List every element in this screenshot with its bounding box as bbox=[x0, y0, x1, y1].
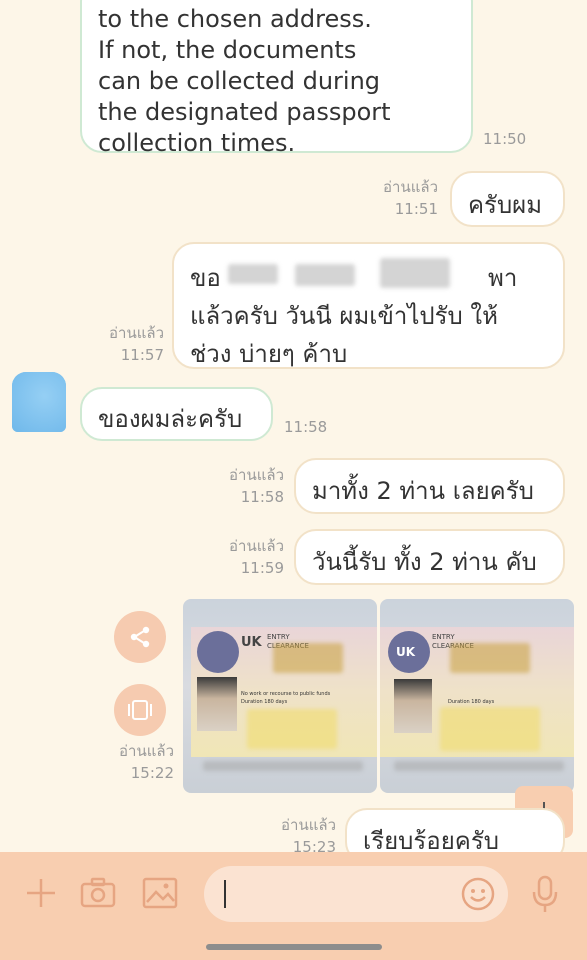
message-text: ครับผม bbox=[468, 191, 543, 219]
emoji-icon bbox=[461, 877, 495, 911]
read-receipt: อ่านแล้ว 11:58 bbox=[216, 464, 284, 508]
outgoing-message-bubble[interactable]: ครับผม bbox=[450, 171, 565, 227]
incoming-message-bubble[interactable]: ของผมล่ะครับ bbox=[80, 387, 273, 441]
read-status: อ่านแล้ว bbox=[109, 324, 164, 342]
redacted-text bbox=[273, 643, 343, 673]
message-time: 11:59 bbox=[240, 559, 284, 577]
holder-photo bbox=[197, 677, 237, 731]
redacted-text bbox=[247, 709, 337, 749]
read-receipt: อ่านแล้ว 11:59 bbox=[216, 535, 284, 579]
message-text-fragment: พา bbox=[488, 264, 518, 292]
message-time: 11:58 bbox=[240, 488, 284, 506]
gallery-button[interactable] bbox=[142, 876, 178, 910]
avatar-image bbox=[12, 372, 66, 432]
read-status: อ่านแล้ว bbox=[229, 537, 284, 555]
message-input[interactable] bbox=[204, 866, 508, 922]
repost-icon bbox=[128, 700, 152, 720]
home-indicator[interactable] bbox=[206, 944, 382, 950]
outgoing-message-bubble[interactable]: ขอ พา แล้วครับ วันนี ผมเข้าไปรับ ให้ ช่ว… bbox=[172, 242, 565, 369]
message-text-line: ช่วง บ่ายๆ ค้าบ bbox=[190, 340, 348, 368]
read-status: อ่านแล้ว bbox=[383, 178, 438, 196]
redacted-text bbox=[228, 264, 278, 284]
message-text-fragment: ขอ bbox=[190, 264, 221, 292]
message-text-line: to the chosen address. bbox=[98, 5, 372, 33]
share-icon bbox=[130, 626, 150, 648]
share-button[interactable] bbox=[114, 611, 166, 663]
message-time: 11:51 bbox=[394, 200, 438, 218]
visa-note: Duration 180 days bbox=[448, 699, 495, 705]
image-icon bbox=[142, 877, 178, 909]
message-text-line: แล้วครับ วันนี ผมเข้าไปรับ ให้ bbox=[190, 302, 498, 330]
read-status: อ่านแล้ว bbox=[281, 816, 336, 834]
passport-photo[interactable]: UK ENTRY CLEARANCE No work or recourse t… bbox=[183, 599, 377, 793]
message-time: 11:50 bbox=[483, 130, 527, 148]
message-line: ขอ พา bbox=[190, 258, 547, 296]
visa-note: No work or recourse to public funds bbox=[241, 691, 331, 697]
message-time: 15:22 bbox=[130, 764, 174, 782]
read-status: อ่านแล้ว bbox=[229, 466, 284, 484]
outgoing-message-bubble[interactable]: วันนี้รับ ทั้ง 2 ท่าน คับ bbox=[294, 529, 565, 585]
plus-button[interactable] bbox=[24, 876, 58, 910]
passport-photo[interactable]: UK ENTRY CLEARANCE Duration 180 days bbox=[380, 599, 574, 793]
message-text-line: the designated passport bbox=[98, 98, 391, 126]
camera-button[interactable] bbox=[80, 876, 116, 910]
read-status: อ่านแล้ว bbox=[119, 742, 174, 760]
message-text-line: If not, the documents bbox=[98, 36, 357, 64]
read-receipt: อ่านแล้ว 11:51 bbox=[370, 176, 438, 220]
redacted-text bbox=[394, 761, 564, 771]
read-receipt: อ่านแล้ว 11:57 bbox=[96, 322, 164, 366]
redacted-text bbox=[295, 264, 355, 286]
outgoing-message-bubble[interactable]: มาทั้ง 2 ท่าน เลยครับ bbox=[294, 458, 565, 514]
emoji-button[interactable] bbox=[460, 876, 496, 912]
avatar[interactable] bbox=[12, 372, 66, 432]
camera-icon bbox=[80, 877, 116, 908]
voice-button[interactable] bbox=[530, 874, 560, 914]
redacted-text bbox=[203, 761, 363, 771]
redacted-text bbox=[380, 258, 450, 288]
holder-photo bbox=[394, 679, 432, 733]
message-text: วันนี้รับ ทั้ง 2 ท่าน คับ bbox=[312, 548, 537, 576]
message-text: ของผมล่ะครับ bbox=[98, 405, 243, 433]
redacted-text bbox=[450, 643, 530, 673]
message-text-line: can be collected during bbox=[98, 67, 381, 95]
incoming-message-bubble[interactable]: to the chosen address. If not, the docum… bbox=[80, 0, 473, 157]
visa-note: Duration 180 days bbox=[241, 699, 288, 705]
plus-icon bbox=[27, 879, 55, 907]
read-receipt: อ่านแล้ว 15:22 bbox=[106, 740, 174, 784]
message-time: 11:57 bbox=[120, 346, 164, 364]
visa-brand: UK bbox=[396, 645, 416, 659]
microphone-icon bbox=[532, 875, 558, 912]
message-text-line: collection times. bbox=[98, 129, 296, 157]
message-time: 11:58 bbox=[284, 418, 328, 436]
text-cursor bbox=[224, 880, 226, 908]
redacted-text bbox=[440, 707, 540, 751]
message-text: มาทั้ง 2 ท่าน เลยครับ bbox=[312, 477, 534, 505]
keep-button[interactable] bbox=[114, 684, 166, 736]
crest-icon bbox=[197, 631, 239, 673]
visa-brand: UK bbox=[241, 635, 262, 650]
